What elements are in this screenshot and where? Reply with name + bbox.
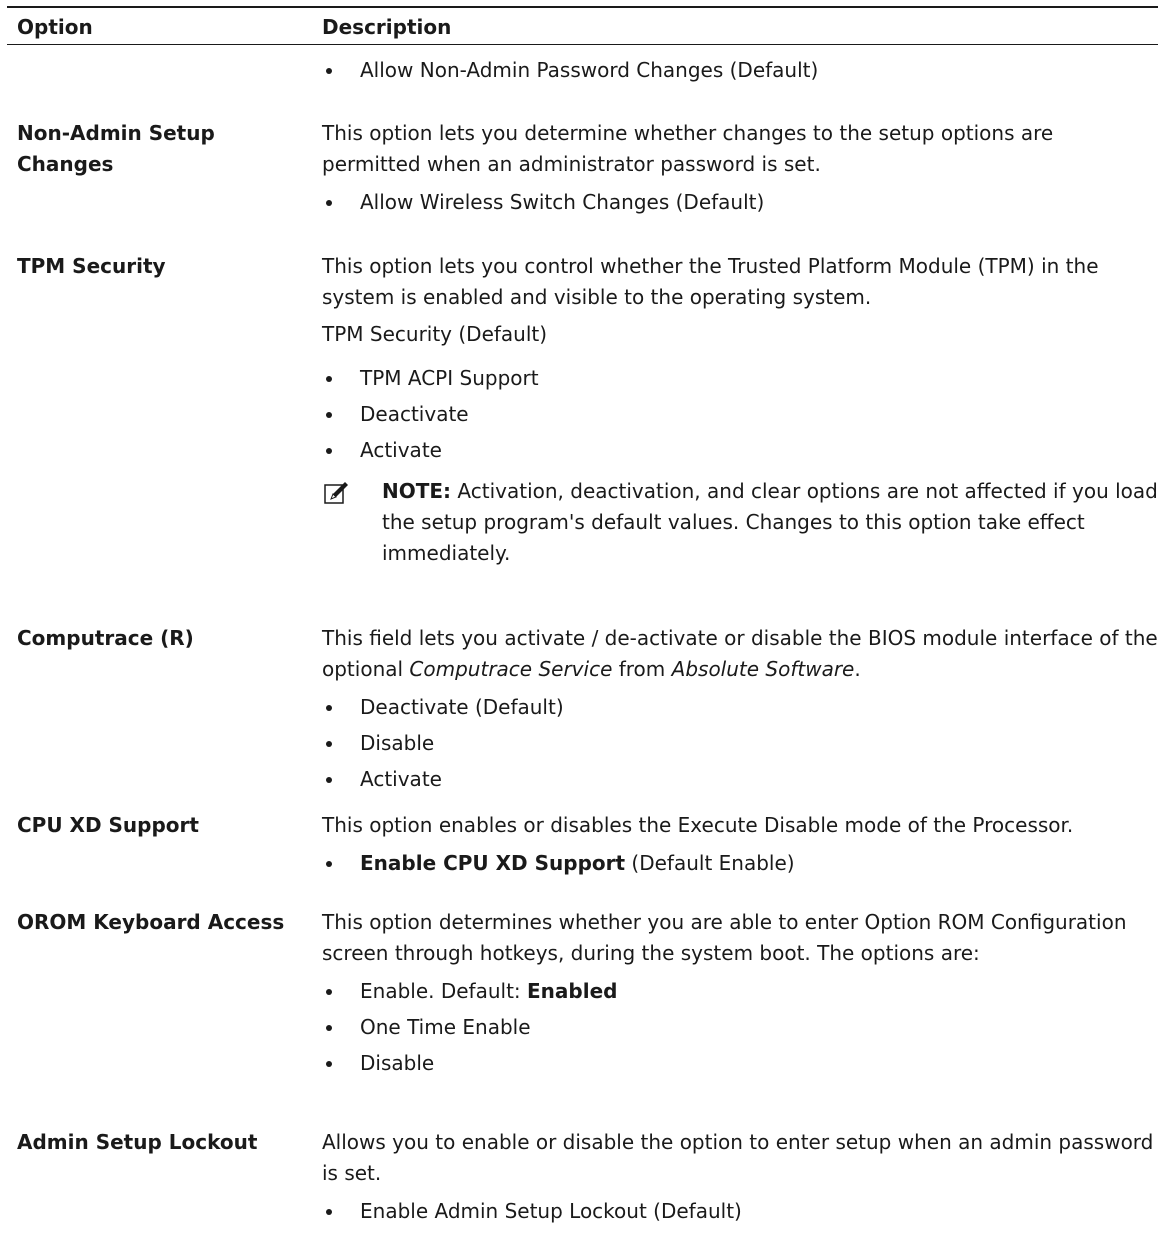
note-label: NOTE: bbox=[382, 479, 452, 503]
list-item: Deactivate (Default) bbox=[322, 689, 1158, 725]
option-label: Computrace (R) bbox=[17, 626, 194, 650]
default-text: TPM Security (Default) bbox=[322, 322, 548, 346]
description-cell: This field lets you activate / de-activa… bbox=[322, 623, 1158, 797]
list-item: One Time Enable bbox=[322, 1009, 1158, 1045]
option-list: Allow Wireless Switch Changes (Default) bbox=[322, 184, 1158, 220]
description-cell: This option enables or disables the Exec… bbox=[322, 810, 1158, 881]
list-item: Deactivate bbox=[322, 396, 1158, 432]
vendor-name: Absolute Software bbox=[671, 657, 855, 681]
description-text: This option determines whether you are a… bbox=[322, 910, 1127, 965]
bold-option-name: Enable CPU XD Support bbox=[360, 851, 626, 875]
column-header-option: Option bbox=[17, 15, 93, 39]
option-list: Enable. Default: Enabled One Time Enable… bbox=[322, 973, 1158, 1081]
description-cell: Allows you to enable or disable the opti… bbox=[322, 1127, 1158, 1229]
option-label: Non-Admin Setup Changes bbox=[17, 118, 302, 180]
description-cell: This option determines whether you are a… bbox=[322, 907, 1158, 1081]
text-segment: from bbox=[612, 657, 672, 681]
description-text: This option enables or disables the Exec… bbox=[322, 813, 1074, 837]
option-label: OROM Keyboard Access bbox=[17, 910, 285, 934]
list-item: Disable bbox=[322, 1045, 1158, 1081]
list-item: Allow Wireless Switch Changes (Default) bbox=[322, 184, 1158, 220]
list-item: Enable. Default: Enabled bbox=[322, 973, 1158, 1009]
note-block: NOTE: Activation, deactivation, and clea… bbox=[322, 476, 1158, 569]
text-segment: (Default Enable) bbox=[625, 851, 795, 875]
list-item: Activate bbox=[322, 761, 1158, 797]
list-item: Enable Admin Setup Lockout (Default) bbox=[322, 1193, 1158, 1229]
option-label: TPM Security bbox=[17, 254, 166, 278]
table-top-rule bbox=[7, 6, 1158, 8]
option-label: Admin Setup Lockout bbox=[17, 1130, 258, 1154]
description-cell: Allow Non-Admin Password Changes (Defaul… bbox=[322, 52, 1158, 88]
option-list: Allow Non-Admin Password Changes (Defaul… bbox=[322, 52, 1158, 88]
description-text: This option lets you control whether the… bbox=[322, 254, 1099, 309]
option-list: TPM ACPI Support Deactivate Activate bbox=[322, 360, 1158, 468]
option-label-line: Non-Admin Setup bbox=[17, 121, 215, 145]
text-segment: . bbox=[854, 657, 861, 681]
product-name: Computrace Service bbox=[409, 657, 613, 681]
description-cell: This option lets you determine whether c… bbox=[322, 118, 1158, 220]
list-item: Activate bbox=[322, 432, 1158, 468]
description-cell: This option lets you control whether the… bbox=[322, 251, 1158, 569]
option-label: CPU XD Support bbox=[17, 813, 199, 837]
description-text: Allows you to enable or disable the opti… bbox=[322, 1130, 1154, 1185]
column-header-description: Description bbox=[322, 15, 452, 39]
pencil-note-icon bbox=[324, 482, 348, 504]
header-rule bbox=[7, 44, 1158, 45]
option-list: Enable CPU XD Support (Default Enable) bbox=[322, 845, 1158, 881]
option-list: Enable Admin Setup Lockout (Default) bbox=[322, 1193, 1158, 1229]
list-item: Enable CPU XD Support (Default Enable) bbox=[322, 845, 1158, 881]
list-item: TPM ACPI Support bbox=[322, 360, 1158, 396]
list-item: Allow Non-Admin Password Changes (Defaul… bbox=[322, 52, 1158, 88]
note-text: Activation, deactivation, and clear opti… bbox=[382, 479, 1158, 565]
text-segment: Enable. Default: bbox=[360, 979, 528, 1003]
option-label-line: Changes bbox=[17, 152, 114, 176]
bold-value: Enabled bbox=[527, 979, 618, 1003]
description-text: This field lets you activate / de-activa… bbox=[322, 623, 1158, 685]
list-item: Disable bbox=[322, 725, 1158, 761]
description-text: This option lets you determine whether c… bbox=[322, 121, 1054, 176]
option-list: Deactivate (Default) Disable Activate bbox=[322, 689, 1158, 797]
